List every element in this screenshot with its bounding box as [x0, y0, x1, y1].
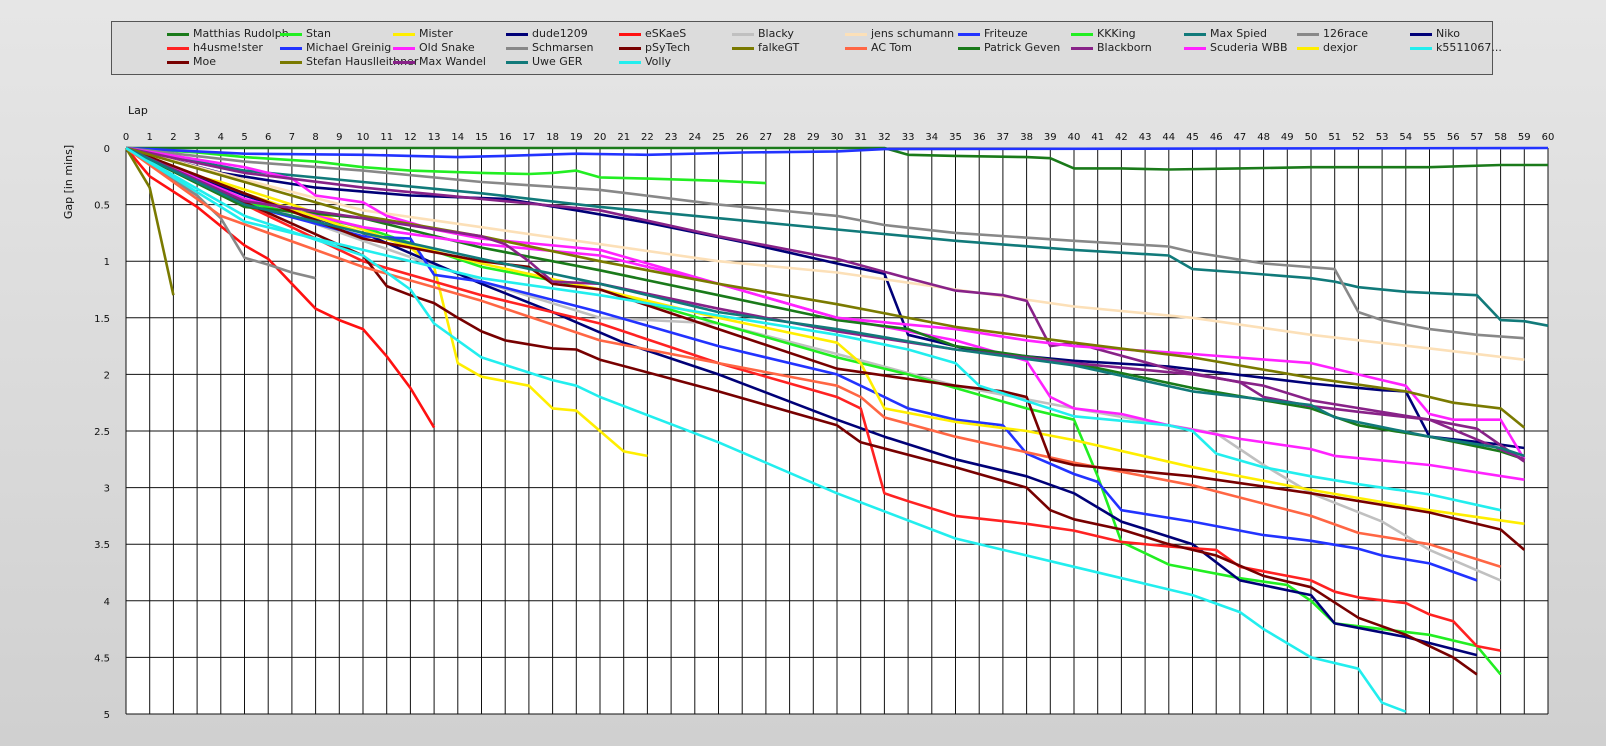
x-tick-label: 18: [546, 132, 559, 143]
y-tick-label: 3.5: [94, 540, 110, 551]
x-tick-label: 5: [241, 132, 247, 143]
x-tick-label: 17: [523, 132, 536, 143]
x-tick-label: 12: [404, 132, 417, 143]
x-tick-label: 38: [1020, 132, 1033, 143]
x-tick-label: 8: [312, 132, 318, 143]
x-tick-label: 30: [831, 132, 844, 143]
x-tick-label: 44: [1162, 132, 1175, 143]
y-axis-label: Gap [in mins]: [62, 145, 75, 219]
x-tick-label: 58: [1494, 132, 1507, 143]
x-tick-label: 15: [475, 132, 488, 143]
x-tick-label: 36: [973, 132, 986, 143]
x-tick-label: 13: [428, 132, 441, 143]
x-tick-label: 41: [1091, 132, 1104, 143]
x-axis-label: Lap: [128, 104, 148, 117]
x-tick-label: 6: [265, 132, 271, 143]
x-tick-label: 54: [1399, 132, 1412, 143]
x-tick-label: 10: [357, 132, 370, 143]
x-tick-label: 48: [1257, 132, 1270, 143]
x-tick-label: 26: [736, 132, 749, 143]
x-tick-label: 21: [617, 132, 630, 143]
x-tick-label: 1: [147, 132, 153, 143]
x-tick-label: 59: [1518, 132, 1531, 143]
y-tick-label: 1.5: [94, 314, 110, 325]
x-tick-label: 40: [1068, 132, 1081, 143]
x-tick-label: 23: [665, 132, 678, 143]
x-tick-label: 28: [783, 132, 796, 143]
x-tick-label: 46: [1210, 132, 1223, 143]
x-tick-label: 27: [760, 132, 773, 143]
y-tick-label: 1: [104, 257, 110, 268]
x-tick-label: 50: [1305, 132, 1318, 143]
y-tick-label: 3: [104, 484, 110, 495]
x-tick-label: 51: [1328, 132, 1341, 143]
x-tick-label: 37: [997, 132, 1010, 143]
y-tick-label: 4: [104, 597, 110, 608]
x-tick-label: 47: [1234, 132, 1247, 143]
x-tick-label: 52: [1352, 132, 1365, 143]
x-tick-label: 3: [194, 132, 200, 143]
x-tick-label: 29: [807, 132, 820, 143]
x-tick-label: 39: [1044, 132, 1057, 143]
x-tick-label: 45: [1186, 132, 1199, 143]
y-tick-label: 4.5: [94, 653, 110, 664]
x-tick-label: 49: [1281, 132, 1294, 143]
x-tick-label: 32: [878, 132, 891, 143]
x-tick-label: 53: [1376, 132, 1389, 143]
x-tick-label: 14: [451, 132, 464, 143]
y-tick-label: 2.5: [94, 427, 110, 438]
x-tick-label: 43: [1139, 132, 1152, 143]
x-tick-label: 22: [641, 132, 654, 143]
x-tick-label: 9: [336, 132, 342, 143]
x-tick-label: 0: [123, 132, 129, 143]
x-tick-label: 60: [1542, 132, 1555, 143]
y-tick-label: 0.5: [94, 201, 110, 212]
x-tick-label: 24: [688, 132, 701, 143]
x-tick-label: 42: [1115, 132, 1128, 143]
x-tick-label: 57: [1471, 132, 1484, 143]
x-tick-label: 56: [1447, 132, 1460, 143]
x-tick-label: 4: [218, 132, 224, 143]
x-tick-label: 11: [380, 132, 393, 143]
x-tick-label: 35: [949, 132, 962, 143]
x-tick-label: 7: [289, 132, 295, 143]
lap-gap-chart: Lap Gap [in mins] 0 1 2 3 4 5 6 7 8 9 10 11 12 13 14 15…: [62, 104, 1555, 721]
x-tick-label: 33: [902, 132, 915, 143]
x-tick-label: 16: [499, 132, 512, 143]
y-tick-label: 2: [104, 370, 110, 381]
y-tick-label: 0: [104, 144, 110, 155]
x-tick-label: 20: [594, 132, 607, 143]
x-tick-label: 31: [854, 132, 867, 143]
x-tick-label: 55: [1423, 132, 1436, 143]
x-tick-label: 25: [712, 132, 725, 143]
x-tick-label: 2: [170, 132, 176, 143]
x-tick-label: 34: [925, 132, 938, 143]
y-tick-label: 5: [104, 710, 110, 721]
x-tick-label: 19: [570, 132, 583, 143]
